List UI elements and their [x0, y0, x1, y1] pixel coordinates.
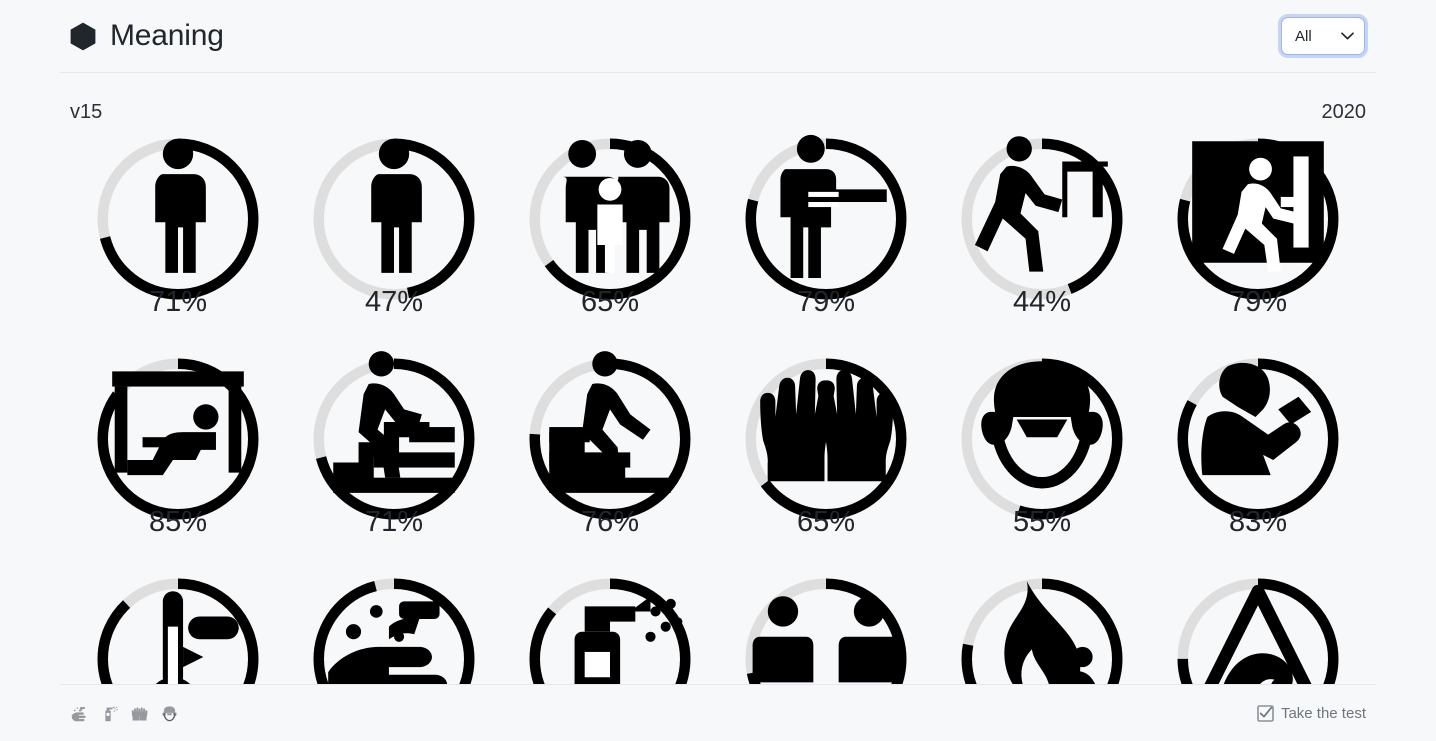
gauge-cell[interactable] — [1150, 578, 1366, 684]
gauge-cell[interactable]: 71% — [70, 138, 286, 358]
gauge-cell[interactable]: 83% — [1150, 358, 1366, 578]
donut-gauge[interactable] — [529, 578, 691, 684]
take-the-test-button[interactable]: Take the test — [1257, 705, 1366, 722]
gauge-cell[interactable] — [286, 578, 502, 684]
chevron-down-icon — [1341, 32, 1354, 40]
donut-gauge[interactable]: 76% — [529, 351, 691, 537]
gauge-scroll-area[interactable]: 71% 47% 65% 79% 44% 79% 85% 71% 76% 65% 55% 83% — [60, 124, 1376, 684]
donut-gauge[interactable]: 71% — [313, 351, 475, 537]
take-the-test-label: Take the test — [1280, 704, 1366, 722]
gauge-cell[interactable]: 47% — [286, 138, 502, 358]
footer-icon-list — [70, 704, 179, 723]
donut-gauge[interactable]: 83% — [1177, 358, 1339, 537]
donut-gauge[interactable]: 65% — [529, 138, 691, 317]
version-label: v15 — [70, 101, 103, 123]
donut-gauge[interactable]: 44% — [961, 136, 1123, 317]
donut-gauge[interactable] — [313, 578, 475, 684]
donut-gauge[interactable] — [1177, 578, 1339, 684]
hand-washing-icon[interactable] — [70, 704, 89, 723]
page-footer: Take the test — [60, 684, 1376, 741]
hexagon-icon — [70, 22, 96, 51]
checkbox-checked-icon — [1257, 704, 1274, 722]
filter-dropdown-value: All — [1295, 27, 1312, 45]
gauge-cell[interactable]: 79% — [718, 134, 934, 358]
gauge-cell[interactable]: 44% — [934, 136, 1150, 358]
donut-gauge[interactable] — [961, 578, 1123, 684]
donut-gauge[interactable] — [97, 578, 259, 684]
gauge-cell[interactable]: 55% — [934, 358, 1150, 578]
gauge-cell[interactable]: 65% — [502, 138, 718, 358]
year-label: 2020 — [1321, 101, 1367, 123]
gauge-grid: 71% 47% 65% 79% 44% 79% 85% 71% 76% 65% 55% 83% — [70, 124, 1366, 684]
protective-gloves-icon[interactable] — [130, 704, 149, 723]
gauge-cell[interactable]: 71% — [286, 351, 502, 578]
gauge-cell[interactable] — [718, 578, 934, 684]
gauge-cell[interactable]: 65% — [718, 358, 934, 578]
gauge-cell[interactable] — [70, 578, 286, 684]
spray-sanitizer-icon[interactable] — [100, 704, 119, 723]
donut-gauge[interactable]: 79% — [745, 134, 907, 317]
safety-goggles-icon[interactable] — [160, 704, 179, 723]
filter-dropdown-focus-ring: All — [1278, 14, 1368, 58]
page-title: Meaning — [110, 19, 224, 52]
donut-gauge[interactable]: 79% — [1177, 138, 1339, 317]
donut-gauge[interactable]: 71% — [97, 138, 259, 317]
donut-gauge[interactable]: 55% — [961, 358, 1123, 537]
gauge-cell[interactable]: 85% — [70, 358, 286, 578]
gauge-cell[interactable] — [934, 578, 1150, 684]
donut-gauge[interactable] — [745, 578, 907, 684]
title-group: Meaning — [70, 21, 224, 51]
donut-gauge[interactable]: 85% — [97, 358, 259, 537]
page-header: Meaning All — [60, 0, 1376, 73]
gauge-cell[interactable]: 79% — [1150, 138, 1366, 358]
filter-dropdown[interactable]: All — [1281, 17, 1365, 55]
gauge-cell[interactable]: 76% — [502, 351, 718, 578]
gauge-cell[interactable] — [502, 578, 718, 684]
app-root: Meaning All v15 2020 71% 47% 65% 79% 44% 79% 8… — [0, 0, 1436, 741]
meta-row: v15 2020 — [60, 73, 1376, 124]
donut-gauge[interactable]: 65% — [745, 358, 907, 537]
donut-gauge[interactable]: 47% — [313, 138, 475, 317]
